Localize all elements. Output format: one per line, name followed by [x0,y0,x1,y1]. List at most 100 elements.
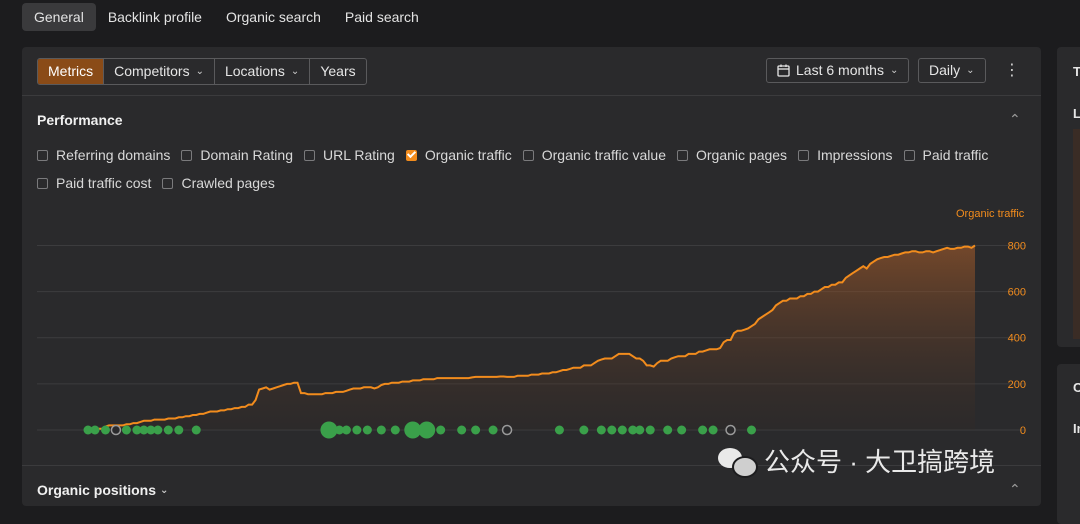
event-marker[interactable] [698,425,708,435]
collapse-chevron-icon[interactable]: ⌃ [1009,111,1021,128]
years-label: Years [320,63,356,79]
event-marker[interactable] [663,425,673,435]
granularity-label: Daily [929,62,961,78]
event-marker[interactable] [645,425,655,435]
checkbox-label: Crawled pages [181,175,275,191]
checkbox-label: Organic traffic value [541,147,666,163]
annotation-marker[interactable] [501,424,513,436]
years-button[interactable]: Years [310,59,365,84]
annotation-marker[interactable] [725,424,736,436]
organic-positions-toggle[interactable]: Organic positions ⌄ [37,482,168,498]
checkbox-box [37,177,48,189]
event-marker[interactable] [596,425,606,435]
event-marker[interactable] [457,425,467,435]
date-range-dropdown[interactable]: Last 6 months ⌄ [766,58,910,83]
event-marker[interactable] [352,425,362,435]
checkbox-label: Domain Rating [200,147,293,163]
view-segmented-control: Metrics Competitors ⌄ Locations ⌄ Years [37,58,367,85]
metric-checkboxes-row2: Paid traffic cost Crawled pages [37,175,286,191]
y-tick-label: 0 [1020,425,1026,437]
event-marker[interactable] [153,425,163,435]
organic-positions-title: Organic positions [37,482,157,498]
checkbox-box [162,177,174,189]
checkbox-organic-pages[interactable]: Organic pages [677,147,787,163]
organic-traffic-chart: 3月6日4月1日4月27日5月23日6月18日7月14日8月9日9月4日 020… [37,240,1026,439]
event-marker[interactable] [390,425,400,435]
checkbox-label: Impressions [817,147,893,163]
metric-checkboxes-row1: Referring domains Domain Rating URL Rati… [37,147,999,163]
checkbox-label: Paid traffic cost [56,175,152,191]
event-marker[interactable] [488,425,498,435]
checkbox-organic-traffic-value[interactable]: Organic traffic value [522,147,666,163]
chevron-down-icon: ⌄ [966,65,975,76]
side-letter: In [1073,421,1080,436]
date-range-label: Last 6 months [796,62,884,78]
metrics-button[interactable]: Metrics [38,59,105,84]
checkbox-label: Referring domains [56,147,171,163]
granularity-dropdown[interactable]: Daily ⌄ [918,58,986,83]
checkbox-label: URL Rating [323,147,395,163]
checkbox-impressions[interactable]: Impressions [798,147,893,163]
annotation-marker[interactable] [110,424,122,436]
event-marker[interactable] [121,425,131,435]
locations-label: Locations [224,63,285,79]
wechat-watermark: 公众号 · 大卫搞跨境 [718,442,995,479]
collapse-chevron-icon[interactable]: ⌃ [1009,481,1021,498]
more-options-icon[interactable]: ⋮ [1004,61,1020,81]
tab-backlink-profile[interactable]: Backlink profile [96,3,214,31]
chevron-down-icon: ⌄ [160,484,169,496]
checkbox-referring-domains[interactable]: Referring domains [37,147,170,163]
event-marker[interactable] [418,421,436,439]
checkbox-label: Organic pages [696,147,788,163]
locations-dropdown[interactable]: Locations ⌄ [215,59,311,84]
side-table-stripe [1073,129,1080,339]
event-marker[interactable] [90,425,100,435]
event-marker[interactable] [471,425,481,435]
event-marker[interactable] [617,425,627,435]
side-panel-bottom: C In [1057,364,1080,524]
calendar-icon [777,64,790,77]
event-marker[interactable] [362,425,372,435]
checkbox-box [903,149,915,161]
checkbox-box [798,149,810,161]
chevron-down-icon: ⌄ [195,66,204,77]
side-panel-top: T L [1057,47,1080,347]
chevron-down-icon: ⌄ [889,65,899,76]
event-marker[interactable] [607,425,617,435]
checkbox-label: Paid traffic [922,147,989,163]
checkbox-box [37,149,48,161]
event-marker[interactable] [436,425,446,435]
event-marker[interactable] [376,425,386,435]
checkbox-organic-traffic[interactable]: Organic traffic [405,147,512,163]
event-marker[interactable] [174,425,184,435]
event-marker[interactable] [579,425,589,435]
y-tick-label: 400 [1008,333,1026,345]
checkbox-paid-traffic[interactable]: Paid traffic [903,147,989,163]
event-marker[interactable] [320,421,338,439]
performance-panel: Metrics Competitors ⌄ Locations ⌄ Years La… [22,47,1041,506]
event-marker[interactable] [635,425,645,435]
event-marker[interactable] [100,425,110,435]
event-marker[interactable] [747,425,757,435]
y-tick-label: 800 [1008,240,1026,252]
event-marker[interactable] [191,425,201,435]
section-title: Performance [37,112,123,128]
tab-general[interactable]: General [22,3,96,31]
checkbox-box [304,149,315,161]
event-marker[interactable] [341,425,351,435]
checkbox-domain-rating[interactable]: Domain Rating [181,147,293,163]
tab-paid-search[interactable]: Paid search [333,3,431,31]
competitors-dropdown[interactable]: Competitors ⌄ [104,59,215,84]
competitors-label: Competitors [114,63,190,79]
event-marker[interactable] [163,425,173,435]
event-marker[interactable] [708,425,718,435]
checkbox-crawled-pages[interactable]: Crawled pages [162,175,275,191]
tab-organic-search[interactable]: Organic search [214,3,333,31]
checkbox-box-checked [405,149,417,161]
checkbox-paid-traffic-cost[interactable]: Paid traffic cost [37,175,151,191]
event-marker[interactable] [554,425,564,435]
checkbox-url-rating[interactable]: URL Rating [304,147,395,163]
event-marker[interactable] [677,425,687,435]
side-letter: T [1073,64,1080,79]
checkbox-box [677,149,688,161]
